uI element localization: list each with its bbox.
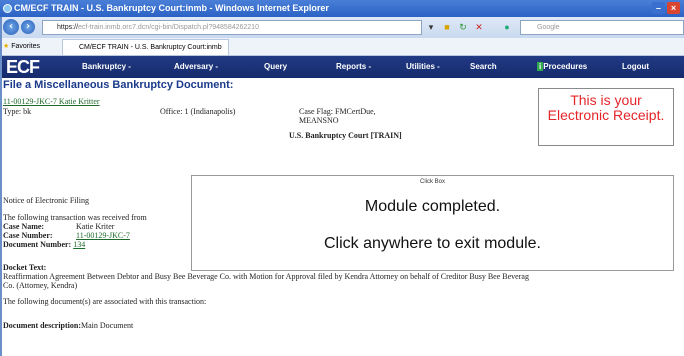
doc-desc-label: Document description: bbox=[3, 321, 81, 330]
window-title-bar: CM/ECF TRAIN - U.S. Bankruptcy Court:inm… bbox=[0, 0, 684, 17]
favorites-label: Favorites bbox=[11, 43, 41, 50]
case-flag-2: MEANSNO bbox=[299, 116, 339, 125]
address-bar[interactable]: https://ecf-train.inmb.orc7.dcn/cgi-bin/… bbox=[42, 20, 422, 35]
back-icon[interactable]: ‹ bbox=[3, 19, 19, 35]
document-number-link[interactable]: 134 bbox=[73, 240, 85, 249]
menu-logout[interactable]: Logout bbox=[622, 56, 649, 78]
browser-tab[interactable]: CM/ECF TRAIN - U.S. Bankruptcy Court:inm… bbox=[62, 39, 229, 55]
menu-procedures[interactable]: i Procedures bbox=[537, 56, 587, 78]
refresh-icon[interactable]: ↻ bbox=[456, 21, 470, 34]
url-path: /cgi-bin/Dispatch.pl?948584262210 bbox=[149, 24, 259, 31]
ecf-menu-bar: ECF Bankruptcy - Adversary - Query Repor… bbox=[0, 56, 684, 78]
case-link[interactable]: 11-00129-JKC-7 Katie Kritter bbox=[3, 97, 100, 106]
menu-search[interactable]: Search bbox=[470, 56, 497, 78]
search-input[interactable]: Google bbox=[520, 20, 684, 35]
office: Office: 1 (Indianapolis) bbox=[160, 107, 236, 116]
docket-text-line2: Co. (Attorney, Kendra) bbox=[3, 281, 78, 290]
stop-icon[interactable]: ✕ bbox=[472, 21, 486, 34]
docket-text-line1: Reaffirmation Agreement Between Debtor a… bbox=[3, 272, 529, 281]
case-flag: Case Flag: FMCertDue, bbox=[299, 107, 376, 116]
menu-reports[interactable]: Reports - bbox=[336, 56, 371, 78]
menu-bankruptcy[interactable]: Bankruptcy - bbox=[82, 56, 131, 78]
case-name-label: Case Name: bbox=[3, 222, 45, 231]
favorites-bar: ★ Favorites CM/ECF TRAIN - U.S. Bankrupt… bbox=[0, 38, 684, 56]
exit-module-dialog[interactable]: Click Box Module completed. Click anywhe… bbox=[191, 175, 674, 271]
procedures-label: Procedures bbox=[543, 62, 588, 71]
lock-icon[interactable]: ■ bbox=[440, 21, 454, 34]
address-toolbar: ‹ › https://ecf-train.inmb.orc7.dcn/cgi-… bbox=[0, 17, 684, 38]
associated-text: The following document(s) are associated… bbox=[3, 297, 207, 306]
document-number-label: Document Number: bbox=[3, 240, 72, 249]
close-icon[interactable]: × bbox=[667, 2, 680, 14]
menu-utilities[interactable]: Utilities - bbox=[406, 56, 440, 78]
forward-icon[interactable]: › bbox=[21, 20, 35, 34]
case-number-label: Case Number: bbox=[3, 231, 53, 240]
dialog-instruction: Click anywhere to exit module. bbox=[324, 235, 541, 252]
url-host: ecf-train.inmb.orc7.dcn bbox=[78, 24, 150, 31]
notice-heading: Notice of Electronic Filing bbox=[3, 196, 89, 205]
favorites-button[interactable]: ★ Favorites bbox=[3, 38, 40, 56]
received-text: The following transaction was received f… bbox=[3, 213, 147, 222]
dialog-message: Module completed. bbox=[364, 198, 501, 215]
window-title: CM/ECF TRAIN - U.S. Bankruptcy Court:inm… bbox=[14, 3, 329, 13]
receipt-callout: This is your Electronic Receipt. bbox=[538, 88, 674, 146]
ecf-logo: ECF bbox=[6, 57, 40, 77]
minimize-icon[interactable]: – bbox=[652, 2, 665, 14]
menu-query[interactable]: Query bbox=[264, 56, 287, 78]
case-number-link[interactable]: 11-00129-JKC-7 bbox=[76, 231, 130, 240]
court-heading: U.S. Bankruptcy Court [TRAIN] bbox=[289, 131, 402, 140]
window-left-border bbox=[0, 17, 2, 356]
docket-text-label: Docket Text: bbox=[3, 263, 47, 272]
tab-label: CM/ECF TRAIN - U.S. Bankruptcy Court:inm… bbox=[79, 44, 222, 51]
page-title: File a Miscellaneous Bankruptcy Document… bbox=[3, 79, 234, 91]
case-type: Type: bk bbox=[3, 107, 32, 116]
doc-desc-value: Main Document bbox=[81, 321, 134, 330]
dialog-caption: Click Box bbox=[419, 179, 445, 185]
ie-icon bbox=[3, 4, 12, 13]
url-prefix: https:// bbox=[57, 24, 79, 31]
dropdown-icon[interactable]: ▾ bbox=[424, 21, 438, 34]
case-name-value: Katie Kriter bbox=[76, 222, 115, 231]
search-provider-icon[interactable]: ● bbox=[500, 21, 514, 34]
star-icon: ★ bbox=[3, 43, 10, 50]
menu-adversary[interactable]: Adversary - bbox=[174, 56, 218, 78]
